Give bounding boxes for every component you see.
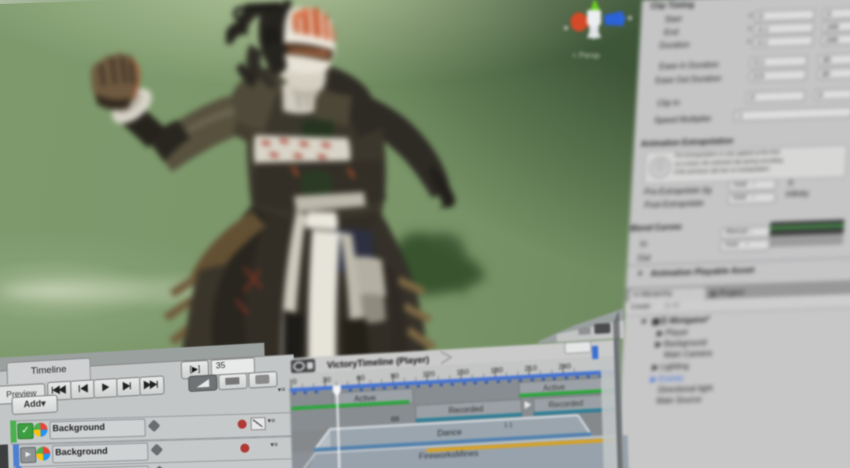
svg-text:0: 0 (292, 377, 296, 386)
svg-text:120: 120 (422, 369, 435, 379)
svg-text:240: 240 (558, 361, 571, 371)
svg-text:180: 180 (490, 365, 503, 375)
svg-text:1 1: 1 1 (504, 423, 513, 430)
svg-text:60: 60 (356, 373, 365, 382)
svg-text:< Persp: < Persp (572, 51, 600, 60)
svg-text:30: 30 (322, 375, 331, 384)
svg-text:210: 210 (524, 363, 537, 373)
svg-text:90: 90 (390, 371, 399, 380)
svg-text:Active: Active (543, 383, 566, 393)
svg-text:150: 150 (456, 367, 469, 377)
svg-text:Active: Active (354, 393, 377, 403)
svg-text:∞: ∞ (391, 411, 400, 425)
svg-text:Dance: Dance (437, 427, 462, 438)
